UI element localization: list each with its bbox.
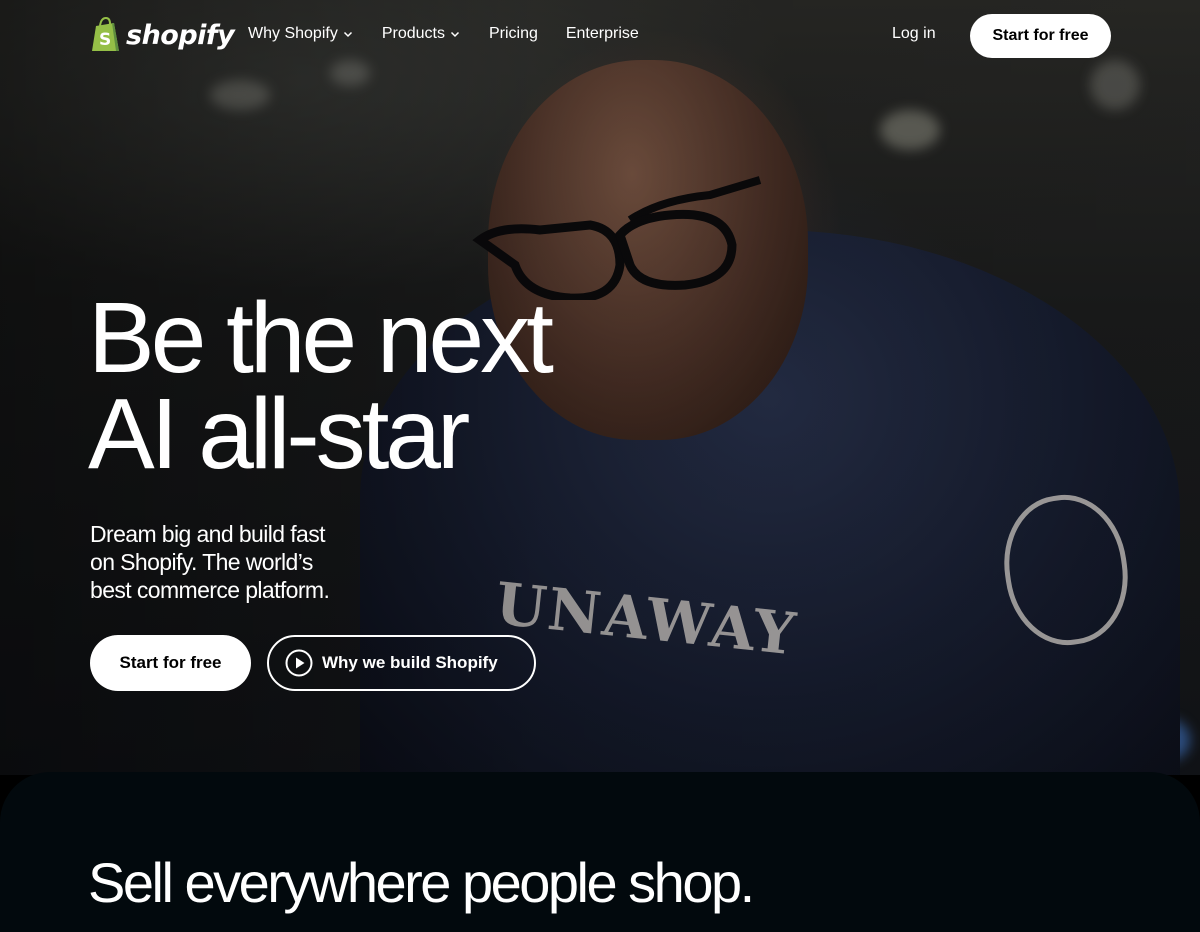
hero-headline: Be the next AI all-star bbox=[88, 288, 554, 484]
logo-wordmark: shopify bbox=[126, 19, 235, 51]
nav-item-label: Why Shopify bbox=[248, 25, 338, 42]
why-we-build-shopify-button[interactable]: Why we build Shopify bbox=[267, 635, 536, 691]
svg-text:S: S bbox=[99, 30, 111, 50]
hero-subtext: Dream big and build fast on Shopify. The… bbox=[90, 520, 370, 604]
sell-everywhere-section: Sell everywhere people shop. bbox=[0, 772, 1200, 932]
hero-start-for-free-button[interactable]: Start for free bbox=[90, 635, 251, 691]
nav-item-products[interactable]: Products bbox=[382, 25, 461, 43]
nav-item-label: Enterprise bbox=[565, 25, 639, 42]
shopping-bag-icon: S bbox=[92, 17, 119, 51]
nav-item-label: Products bbox=[381, 25, 445, 42]
start-for-free-button[interactable]: Start for free bbox=[970, 14, 1111, 58]
button-label: Why we build Shopify bbox=[322, 653, 498, 672]
chevron-down-icon bbox=[343, 31, 352, 38]
section-title: Sell everywhere people shop. bbox=[88, 851, 755, 914]
top-nav: S shopify Why Shopify Products Pricing E… bbox=[0, 0, 1200, 72]
nav-item-label: Pricing bbox=[488, 25, 538, 42]
nav-item-pricing[interactable]: Pricing bbox=[489, 25, 538, 43]
subtext-line: on Shopify. The world’s bbox=[90, 549, 313, 575]
nav-item-why-shopify[interactable]: Why Shopify bbox=[248, 25, 354, 43]
shopify-logo[interactable]: S shopify bbox=[90, 17, 235, 53]
play-icon bbox=[285, 649, 313, 677]
main-menu: Why Shopify Products Pricing Enterprise bbox=[248, 25, 639, 43]
chevron-down-icon bbox=[450, 31, 459, 38]
subtext-line: Dream big and build fast bbox=[90, 521, 326, 547]
nav-item-enterprise[interactable]: Enterprise bbox=[566, 25, 639, 43]
login-link[interactable]: Log in bbox=[892, 25, 936, 43]
headline-line: AI all-star bbox=[88, 378, 470, 490]
subtext-line: best commerce platform. bbox=[90, 577, 330, 603]
